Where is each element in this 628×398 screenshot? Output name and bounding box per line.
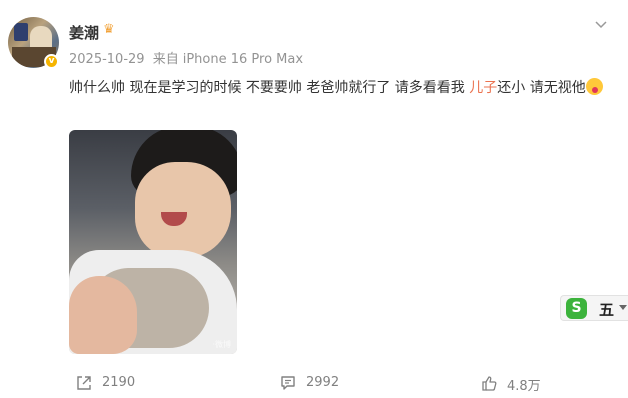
photo-detail [69,276,137,354]
post-text-part: 还小 请无视他 [497,80,586,96]
like-button[interactable]: 4.8万 [481,373,561,394]
comment-button[interactable]: 2992 [280,373,360,393]
ime-toolbar[interactable]: S 五 [560,295,628,321]
crown-icon: ♛ [103,22,115,37]
like-count: 4.8万 [507,379,541,394]
comment-icon [281,376,295,390]
post-meta: 2025-10-29 来自 iPhone 16 Pro Max [69,48,307,67]
share-icon [77,376,91,390]
post-source-prefix: 来自 [152,52,179,67]
avatar-detail [14,23,28,41]
photo-watermark: ·微博 [212,340,231,349]
forward-button[interactable]: 2190 [76,373,156,393]
post-text: 帅什么帅 现在是学习的时候 不要要帅 老爸帅就行了 请多看看我 儿子还小 请无视… [69,75,617,101]
post-text-part: 帅什么帅 现在是学习的时候 不要要帅 老爸帅就行了 请多看看我 [69,80,470,96]
blushing-face-icon [585,78,603,95]
sogou-icon[interactable]: S [566,298,587,319]
chevron-down-icon[interactable] [593,17,609,33]
comment-count: 2992 [306,375,340,390]
action-bar: 2190 2992 4.8万 [0,370,628,398]
post-device: iPhone 16 Pro Max [182,52,304,67]
thumbs-up-icon [482,376,497,391]
forward-count: 2190 [102,375,136,390]
photo-detail [135,162,231,258]
post-photo[interactable]: ·微博 [69,130,237,354]
verified-badge-icon: v [44,54,59,69]
post-text-highlight[interactable]: 儿子 [469,80,497,96]
user-name[interactable]: 姜潮 [69,22,99,43]
post-date[interactable]: 2025-10-29 [69,52,145,67]
ime-arrow-icon [619,305,627,310]
ime-mode-label[interactable]: 五 [599,299,614,320]
